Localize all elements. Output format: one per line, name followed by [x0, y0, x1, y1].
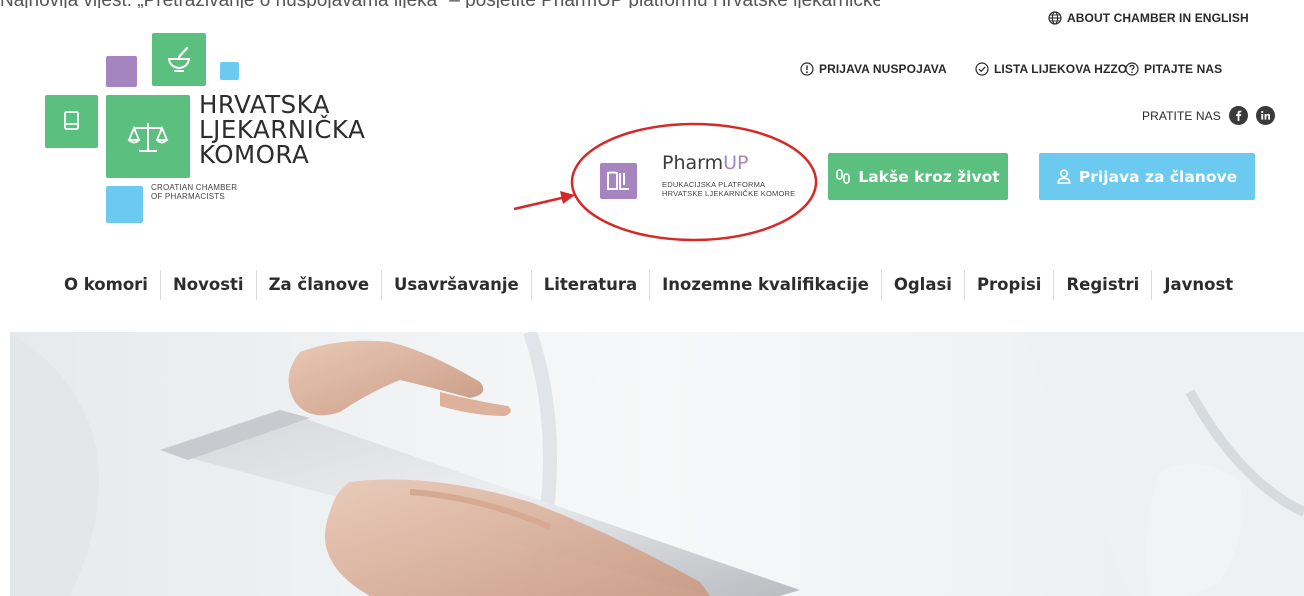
logo-square-book [45, 95, 98, 148]
annotation-arrow-line [513, 195, 567, 211]
globe-icon [1048, 11, 1062, 25]
nav-propisi[interactable]: Propisi [965, 268, 1054, 302]
nav-literatura[interactable]: Literatura [532, 268, 649, 302]
mortar-pestle-icon [167, 46, 191, 72]
scales-icon [127, 123, 169, 152]
alert-circle-icon [800, 62, 814, 76]
pitajte-nas-link[interactable]: PITAJTE NAS [1125, 62, 1222, 76]
logo-square-blue-bottom [106, 186, 143, 223]
logo-square-purple [106, 56, 137, 87]
logo-sub-2: OF PHARMACISTS [151, 192, 225, 201]
main-nav: O komori Novosti Za članove Usavršavanje… [52, 268, 1245, 302]
pitajte-nas-label: PITAJTE NAS [1144, 62, 1223, 76]
chamber-logo[interactable]: HRVATSKA LJEKARNIČKA KOMORA CROATIAN CHA… [0, 0, 420, 230]
lakse-kroz-zivot-button[interactable]: Lakše kroz život [828, 153, 1008, 200]
nav-usavrsavanje[interactable]: Usavršavanje [382, 268, 531, 302]
english-link[interactable]: ABOUT CHAMBER IN ENGLISH [1048, 11, 1249, 25]
annotation-overlay [513, 122, 818, 242]
nav-oglasi[interactable]: Oglasi [882, 268, 964, 302]
nav-javnost[interactable]: Javnost [1152, 268, 1245, 302]
prijava-za-clanove-label: Prijava za članove [1078, 167, 1238, 186]
pill-icon [836, 168, 851, 184]
nav-za-clanove[interactable]: Za članove [257, 268, 381, 302]
follow-us-label: PRATITE NAS [1142, 108, 1221, 123]
facebook-icon[interactable] [1228, 106, 1248, 125]
lista-lijekova-link[interactable]: LISTA LIJEKOVA HZZO [975, 62, 1127, 76]
linkedin-icon[interactable] [1255, 106, 1275, 125]
logo-square-blue-small [220, 62, 239, 80]
lista-lijekova-label: LISTA LIJEKOVA HZZO [994, 62, 1128, 76]
hero-banner [10, 332, 1304, 596]
question-circle-icon [1125, 62, 1139, 76]
logo-square-mortar [152, 33, 206, 86]
check-circle-icon [975, 62, 989, 76]
lakse-kroz-zivot-label: Lakše kroz život [858, 167, 1000, 186]
english-link-label: ABOUT CHAMBER IN ENGLISH [1067, 11, 1249, 25]
nav-o-komori[interactable]: O komori [52, 268, 160, 302]
prijava-nuspojava-link[interactable]: PRIJAVA NUSPOJAVA [800, 62, 947, 76]
annotation-ellipse [570, 122, 818, 242]
user-icon [1057, 169, 1071, 184]
nav-inozemne-kvalifikacije[interactable]: Inozemne kvalifikacije [650, 268, 881, 302]
prijava-nuspojava-label: PRIJAVA NUSPOJAVA [819, 62, 947, 76]
follow-us: PRATITE NAS [1142, 106, 1275, 125]
book-icon [64, 111, 79, 130]
nav-registri[interactable]: Registri [1054, 268, 1151, 302]
hero-image [10, 332, 1304, 596]
annotation-arrow-head [560, 191, 575, 204]
prijava-za-clanove-button[interactable]: Prijava za članove [1039, 153, 1255, 200]
nav-novosti[interactable]: Novosti [161, 268, 256, 302]
logo-square-scales [106, 95, 190, 178]
logo-line-3: KOMORA [199, 140, 310, 169]
